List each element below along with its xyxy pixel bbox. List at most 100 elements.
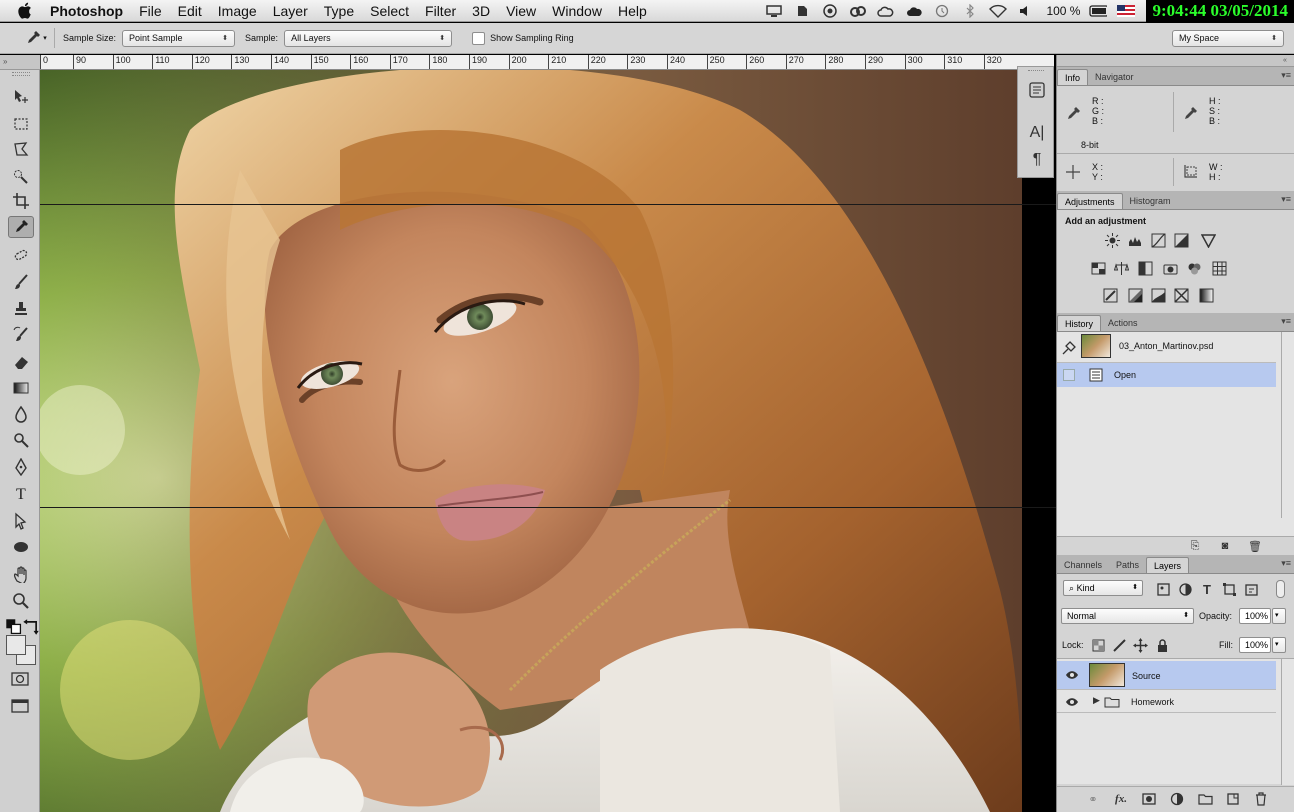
lasso-tool[interactable] xyxy=(8,138,34,160)
filter-shape-icon[interactable] xyxy=(1221,581,1237,597)
blur-tool[interactable] xyxy=(8,403,34,425)
black-white-icon[interactable] xyxy=(1137,260,1153,276)
panel-menu-icon[interactable]: ▾≡ xyxy=(1281,194,1291,205)
hue-saturation-icon[interactable] xyxy=(1090,260,1106,276)
visibility-eye-icon[interactable] xyxy=(1065,697,1079,707)
tools-grip[interactable] xyxy=(12,72,30,76)
history-brush-source-icon[interactable] xyxy=(1061,340,1077,356)
tab-adjustments[interactable]: Adjustments xyxy=(1057,193,1123,209)
selective-color-icon[interactable] xyxy=(1173,287,1189,303)
vibrance-icon[interactable] xyxy=(1200,232,1216,248)
brightness-contrast-icon[interactable] xyxy=(1104,232,1120,248)
menu-edit[interactable]: Edit xyxy=(170,0,210,22)
tab-histogram[interactable]: Histogram xyxy=(1123,193,1178,209)
screen-mode-button[interactable] xyxy=(11,698,31,714)
visibility-eye-icon[interactable] xyxy=(1065,670,1079,680)
tab-actions[interactable]: Actions xyxy=(1101,315,1145,331)
monitor-icon[interactable] xyxy=(765,4,783,18)
levels-icon[interactable] xyxy=(1127,232,1143,248)
gradient-map-icon[interactable] xyxy=(1198,287,1214,303)
expand-triangle-icon[interactable]: ▶ xyxy=(1093,695,1100,706)
snapshot-thumbnail[interactable] xyxy=(1081,334,1111,358)
filter-pixel-icon[interactable] xyxy=(1155,581,1171,597)
type-tool[interactable]: T xyxy=(8,482,34,504)
menu-3d[interactable]: 3D xyxy=(464,0,498,22)
menu-window[interactable]: Window xyxy=(544,0,610,22)
threshold-icon[interactable] xyxy=(1150,287,1166,303)
wifi-icon[interactable] xyxy=(989,4,1008,18)
lock-transparent-icon[interactable] xyxy=(1090,637,1106,653)
tab-paths[interactable]: Paths xyxy=(1109,557,1146,573)
menu-layer[interactable]: Layer xyxy=(265,0,316,22)
fx-icon[interactable]: fx. xyxy=(1113,792,1129,806)
marquee-tool[interactable] xyxy=(8,113,34,135)
filter-smart-object-icon[interactable] xyxy=(1243,581,1259,597)
fill-slider-toggle[interactable]: ▾ xyxy=(1272,637,1286,653)
move-tool[interactable] xyxy=(8,86,34,108)
history-panel-icon[interactable] xyxy=(1024,79,1050,101)
path-selection-tool[interactable] xyxy=(8,510,34,532)
show-sampling-ring-checkbox[interactable] xyxy=(472,31,486,45)
creative-cloud-icon[interactable] xyxy=(849,4,867,18)
bluetooth-icon[interactable] xyxy=(961,4,979,18)
cloud-sync-icon[interactable] xyxy=(877,4,895,18)
evernote-icon[interactable] xyxy=(793,4,811,18)
hand-tool[interactable] xyxy=(8,563,34,585)
tab-navigator[interactable]: Navigator xyxy=(1088,69,1141,85)
tab-layers[interactable]: Layers xyxy=(1146,557,1190,573)
eraser-tool[interactable] xyxy=(8,351,34,373)
filter-kind-select[interactable]: ⌕ Kind ⬍ xyxy=(1063,580,1143,596)
quick-mask-button[interactable] xyxy=(11,672,29,686)
lock-image-pixels-icon[interactable] xyxy=(1111,637,1127,653)
lock-position-icon[interactable] xyxy=(1132,637,1148,653)
snapshot-name[interactable]: 03_Anton_Martinov.psd xyxy=(1119,341,1213,351)
fill-input[interactable]: 100% xyxy=(1239,637,1271,653)
tools-collapse-strip[interactable]: » xyxy=(0,55,40,70)
panel-menu-icon[interactable]: ▾≡ xyxy=(1281,558,1291,569)
eyedropper-tool[interactable] xyxy=(8,216,34,238)
default-colors-icon[interactable] xyxy=(5,618,22,635)
opacity-slider-toggle[interactable]: ▾ xyxy=(1272,608,1286,624)
photo-filter-icon[interactable] xyxy=(1162,260,1178,276)
history-source-box[interactable] xyxy=(1063,369,1075,381)
horizontal-guide[interactable] xyxy=(40,507,1056,508)
dropbox-icon[interactable] xyxy=(821,4,839,18)
volume-icon[interactable] xyxy=(1017,4,1035,18)
history-scrollbar[interactable] xyxy=(1281,332,1294,518)
new-layer-icon[interactable] xyxy=(1225,792,1241,806)
menu-view[interactable]: View xyxy=(498,0,544,22)
blend-mode-select[interactable]: Normal ⬍ xyxy=(1061,608,1194,624)
trash-icon[interactable] xyxy=(1253,792,1269,806)
layer-row-source[interactable]: Source xyxy=(1057,661,1276,689)
panels-collapse-strip[interactable]: « xyxy=(1057,55,1294,67)
workspace-select[interactable]: My Space ⬍ xyxy=(1172,29,1284,47)
clock[interactable]: 9:04:44 03/05/2014 xyxy=(1146,0,1294,22)
paragraph-panel-icon[interactable]: ¶ xyxy=(1024,149,1050,171)
horizontal-guide[interactable] xyxy=(40,204,1056,205)
tab-channels[interactable]: Channels xyxy=(1057,557,1109,573)
menu-help[interactable]: Help xyxy=(610,0,655,22)
battery-icon[interactable] xyxy=(1089,4,1108,18)
quick-selection-tool[interactable] xyxy=(8,165,34,187)
us-flag-icon[interactable] xyxy=(1117,4,1136,18)
color-balance-icon[interactable] xyxy=(1113,260,1129,276)
crop-tool[interactable] xyxy=(8,190,34,212)
trash-icon[interactable]: 🗑 xyxy=(1247,539,1263,553)
panel-menu-icon[interactable]: ▾≡ xyxy=(1281,70,1291,81)
document-canvas[interactable] xyxy=(40,70,1022,812)
channel-mixer-icon[interactable] xyxy=(1186,260,1202,276)
clone-stamp-tool[interactable] xyxy=(8,298,34,320)
posterize-icon[interactable] xyxy=(1127,287,1143,303)
filter-adjustment-icon[interactable] xyxy=(1177,581,1193,597)
brush-tool[interactable] xyxy=(8,271,34,293)
new-document-from-state-icon[interactable]: ⎘ xyxy=(1187,539,1203,553)
layers-scrollbar[interactable] xyxy=(1281,659,1294,785)
dodge-tool[interactable] xyxy=(8,429,34,451)
menu-image[interactable]: Image xyxy=(210,0,265,22)
swap-colors-icon[interactable] xyxy=(22,618,39,635)
character-panel-icon[interactable]: A| xyxy=(1024,122,1050,144)
zoom-tool[interactable] xyxy=(8,590,34,612)
gradient-tool[interactable] xyxy=(8,377,34,399)
ellipse-tool[interactable] xyxy=(8,536,34,558)
mask-icon[interactable] xyxy=(1141,792,1157,806)
